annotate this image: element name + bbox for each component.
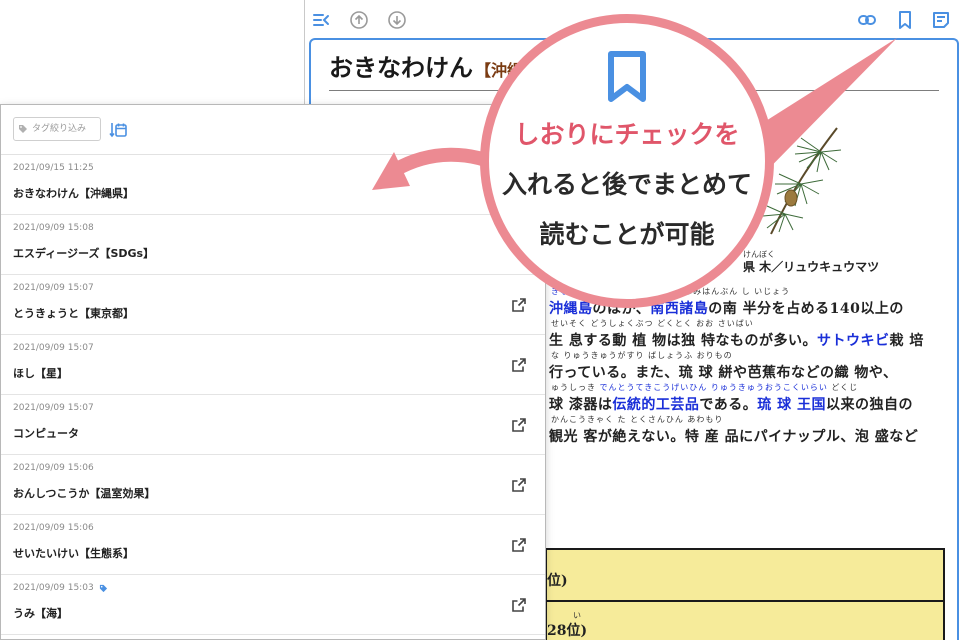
callout-line-1: しおりにチェックを <box>514 120 740 149</box>
list-item-date: 2021/09/09 15:07 <box>13 403 94 413</box>
list-item[interactable]: 2021/09/15 11:25 おきなわけん【沖縄県】 <box>1 155 545 215</box>
arrow-up-circle-icon[interactable] <box>349 10 369 30</box>
entry-title-kana: おきなわけん <box>329 54 473 82</box>
ruby-text-link: でんとうてきこうげいひん りゅうきゅうおうこくいらい <box>599 383 828 392</box>
link-icon[interactable] <box>857 10 877 30</box>
ranking-box: 位) い 28位) <box>545 548 945 640</box>
list-collapse-icon[interactable] <box>311 10 331 30</box>
ruby-text: ゅうしっき <box>551 383 600 392</box>
body-text-span: 行っている。また、琉 球 絣や芭蕉布などの織 物や、 <box>549 365 898 381</box>
bookmark-list: 2021/09/15 11:25 おきなわけん【沖縄県】 2021/09/09 15… <box>1 155 545 635</box>
body-ruby-line: ゅうしっき でんとうてきこうげいひん りゅうきゅうおうこくいらい どくじ <box>551 382 858 393</box>
list-item-date: 2021/09/09 15:06 <box>13 523 94 533</box>
list-item[interactable]: 2021/09/09 15:06 せいたいけい【生態系】 <box>1 515 545 575</box>
callout-line-2: 入れると後でまとめて <box>501 170 752 199</box>
list-toolbar: タグ絞り込み <box>1 105 545 155</box>
entry-link[interactable]: 沖縄島 <box>549 301 593 317</box>
entry-link[interactable]: サトウキビ <box>817 333 890 349</box>
bookmark-icon[interactable] <box>895 10 915 30</box>
open-external-icon[interactable] <box>511 357 527 373</box>
list-item-title: コンピュータ <box>13 427 79 440</box>
open-external-icon[interactable] <box>511 297 527 313</box>
list-item-date: 2021/09/09 15:07 <box>13 283 94 293</box>
list-item[interactable]: 2021/09/09 15:08 エスディージーズ【SDGs】 <box>1 215 545 275</box>
entry-link[interactable]: 伝統的工芸品 <box>612 397 699 413</box>
list-item-date: 2021/09/09 15:07 <box>13 343 94 353</box>
list-item-title: おんしつこうか【温室効果】 <box>13 487 156 500</box>
body-line: 観光 客が絶えない。特 産 品にパイナップル、泡 盛など <box>549 426 918 446</box>
body-text-span: の南 半分を占める140以上の <box>708 301 904 317</box>
open-external-icon[interactable] <box>511 417 527 433</box>
ruby-text: せいそく どうしょくぶつ どくとく おお さいばい <box>551 319 754 328</box>
notes-icon[interactable] <box>931 10 951 30</box>
rank-line-2: 28位) <box>547 623 588 639</box>
list-item[interactable]: 2021/09/09 15:07 コンピュータ <box>1 395 545 455</box>
list-item-title: せいたいけい【生態系】 <box>13 547 134 560</box>
ruby-text: どくじ <box>827 383 859 392</box>
list-item[interactable]: 2021/09/09 15:06 おんしつこうか【温室効果】 <box>1 455 545 515</box>
callout-line-3: 読むことが可能 <box>539 220 715 249</box>
body-line: 行っている。また、琉 球 絣や芭蕉布などの織 物や、 <box>549 362 898 382</box>
body-text-span: 球 漆器は <box>549 397 613 413</box>
open-external-icon[interactable] <box>511 537 527 553</box>
list-item-title: ほし【星】 <box>13 367 68 380</box>
tag-icon <box>19 125 27 133</box>
ruby-text: な りゅうきゅうがすり ばしょうふ おりもの <box>551 351 733 360</box>
body-ruby-line: せいそく どうしょくぶつ どくとく おお さいばい <box>551 318 754 329</box>
rank-divider <box>547 600 943 602</box>
rank-line-1: 位) <box>547 573 568 589</box>
body-ruby-line: かんこうきゃく た とくさんひん あわもり <box>551 414 723 425</box>
tag-icon <box>99 584 108 593</box>
list-item[interactable]: 2021/09/09 15:07 とうきょうと【東京都】 <box>1 275 545 335</box>
list-item-date: 2021/09/09 15:08 <box>13 223 94 233</box>
entry-link[interactable]: 琉 球 王国 <box>757 397 826 413</box>
body-text-span: 栽 培 <box>889 333 924 349</box>
list-item-date: 2021/09/15 11:25 <box>13 163 94 173</box>
bookmark-icon <box>608 51 646 102</box>
list-item[interactable]: 2021/09/09 15:07 ほし【星】 <box>1 335 545 395</box>
prefectural-tree: 県 木／リュウキュウマツ <box>743 260 880 274</box>
list-item-title: とうきょうと【東京都】 <box>13 307 134 320</box>
feature-callout: しおりにチェックを 入れると後でまとめて 読むことが可能 <box>480 14 774 308</box>
arrow-down-circle-icon[interactable] <box>387 10 407 30</box>
body-ruby-line: な りゅうきゅうがすり ばしょうふ おりもの <box>551 350 733 361</box>
open-external-icon[interactable] <box>511 597 527 613</box>
calendar-sort-icon[interactable] <box>109 121 127 139</box>
body-text-span: 生 息する動 植 物は独 特なものが多い。 <box>549 333 817 349</box>
body-text-span: 観光 客が絶えない。特 産 品にパイナップル、泡 盛など <box>549 429 919 445</box>
body-text-span: である。 <box>699 397 758 413</box>
body-line: 球 漆器は伝統的工芸品である。琉 球 王国以来の独自の <box>549 394 913 414</box>
list-item-title: おきなわけん【沖縄県】 <box>13 187 134 200</box>
list-item[interactable]: 2021/09/09 15:03 うみ【海】 <box>1 575 545 635</box>
body-line: 生 息する動 植 物は独 特なものが多い。サトウキビ栽 培 <box>549 330 924 350</box>
list-item-date: 2021/09/09 15:06 <box>13 463 94 473</box>
body-text-span: 以来の独自の <box>826 397 913 413</box>
list-item-title: うみ【海】 <box>13 607 68 620</box>
bookmark-list-panel: タグ絞り込み 2021/09/15 11:25 おきなわけん【沖縄県】 2021/0… <box>0 104 546 640</box>
open-external-icon[interactable] <box>511 477 527 493</box>
entry-title: おきなわけん 【沖縄 <box>329 48 523 83</box>
list-item-title: エスディージーズ【SDGs】 <box>13 247 155 260</box>
list-item-date: 2021/09/09 15:03 <box>13 583 94 593</box>
ruby-text: かんこうきゃく た とくさんひん あわもり <box>551 415 724 424</box>
